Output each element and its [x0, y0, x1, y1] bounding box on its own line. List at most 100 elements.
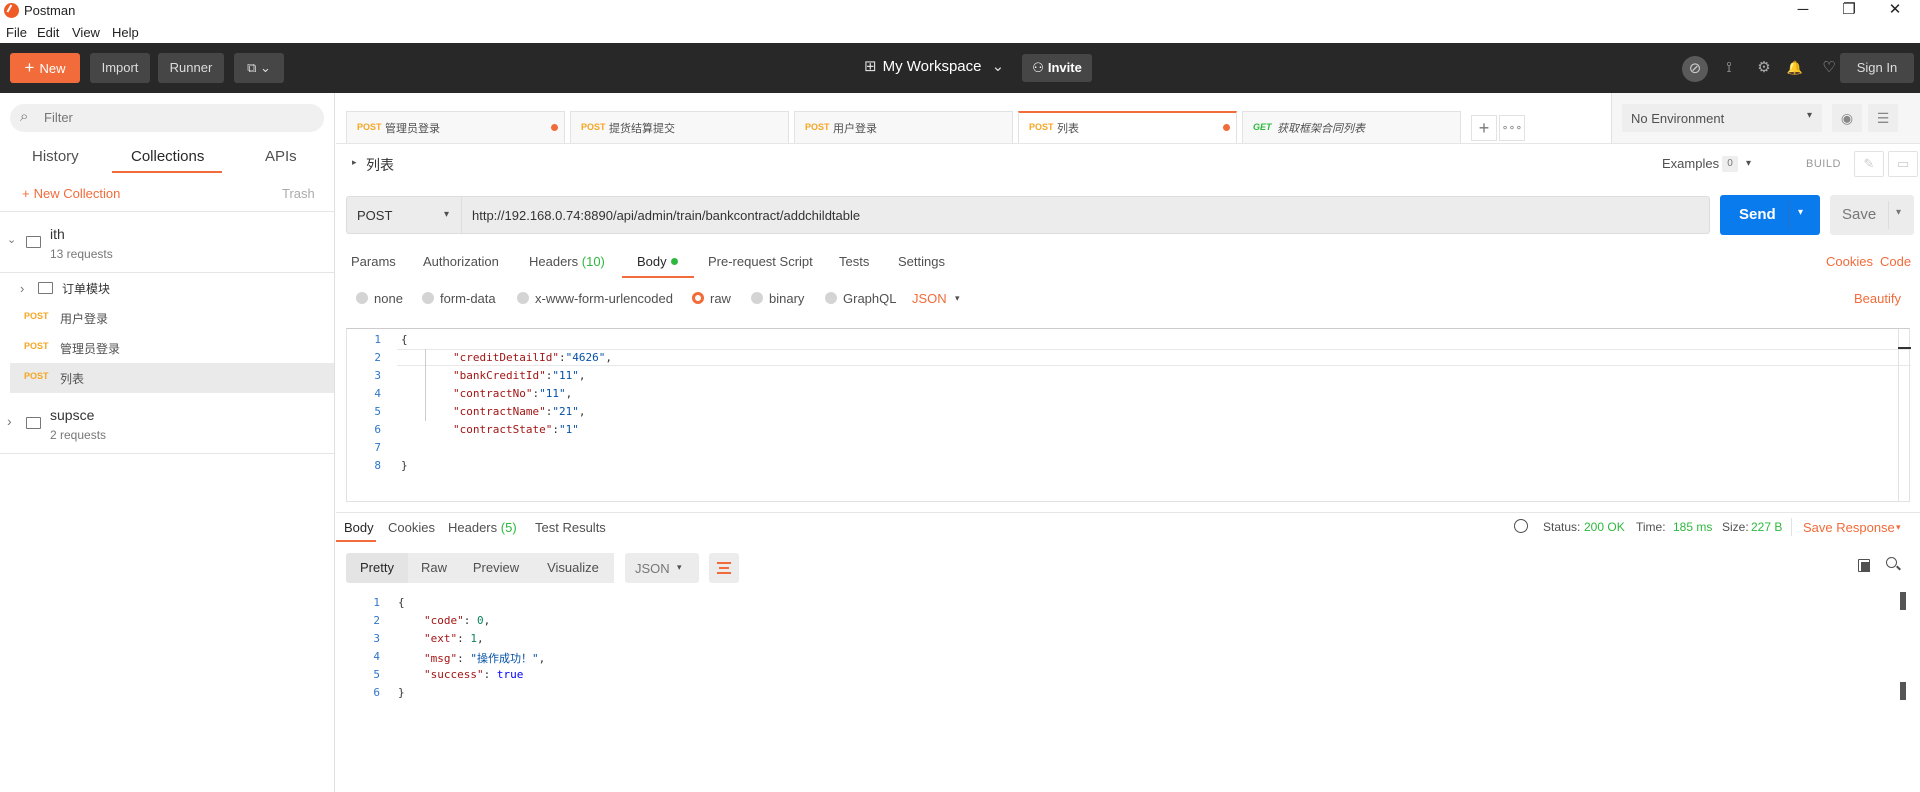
- minimize-button[interactable]: ─: [1780, 0, 1826, 22]
- tab-params[interactable]: Params: [351, 254, 396, 269]
- filter-input[interactable]: [44, 110, 304, 125]
- view-pretty[interactable]: Pretty: [346, 553, 408, 583]
- code-link[interactable]: Code: [1880, 254, 1911, 269]
- response-tab-headers[interactable]: Headers (5): [448, 520, 517, 535]
- response-format-select[interactable]: JSON ▾: [625, 553, 699, 583]
- view-visualize[interactable]: Visualize: [532, 553, 614, 583]
- radio-raw[interactable]: [692, 292, 704, 304]
- close-window-button[interactable]: ✕: [1872, 0, 1918, 22]
- globe-icon[interactable]: [1514, 519, 1528, 533]
- headers-count: (5): [500, 520, 517, 535]
- scrollbar-thumb[interactable]: [1898, 347, 1911, 349]
- tab-history[interactable]: History: [32, 148, 79, 165]
- tab-headers[interactable]: Headers (10): [529, 254, 605, 269]
- radio-graphql[interactable]: [825, 292, 837, 304]
- examples-button[interactable]: Examples: [1662, 156, 1719, 171]
- code-line: "contractState":"1": [453, 423, 579, 436]
- url-input[interactable]: [461, 196, 1710, 234]
- sidebar-request-list[interactable]: POST 列表: [10, 363, 334, 393]
- edit-pencil-icon[interactable]: ✎: [1854, 151, 1884, 177]
- chevron-down-icon[interactable]: ⌄: [7, 233, 16, 246]
- response-body-viewer[interactable]: 1 2 3 4 5 6 { "code": 0, "ext": 1, "msg"…: [346, 592, 1910, 792]
- caret-right-icon[interactable]: ▸: [352, 157, 357, 168]
- sign-in-button[interactable]: Sign In: [1840, 53, 1914, 83]
- method-select[interactable]: POST ▾: [346, 196, 462, 234]
- menu-edit[interactable]: Edit: [37, 25, 59, 40]
- filter-box[interactable]: ⌕: [10, 104, 324, 132]
- json-value: "11": [539, 387, 566, 400]
- notifications-bell-icon[interactable]: 🔔: [1784, 57, 1806, 79]
- scrollbar-track: [1898, 329, 1899, 501]
- caret-down-icon[interactable]: ▾: [1896, 522, 1901, 533]
- save-response-button[interactable]: Save Response: [1803, 520, 1895, 535]
- collection-ith[interactable]: ⌄ ith 13 requests: [0, 212, 334, 272]
- menu-file[interactable]: File: [6, 25, 27, 40]
- restore-button[interactable]: ❐: [1826, 0, 1872, 22]
- folder-icon: [26, 236, 41, 248]
- chevron-right-icon[interactable]: ›: [7, 413, 12, 429]
- trash-button[interactable]: Trash: [282, 186, 315, 201]
- menu-view[interactable]: View: [72, 25, 100, 40]
- workspace-switcher[interactable]: ⊞ My Workspace ⌄: [864, 57, 1004, 75]
- radio-form-data[interactable]: [422, 292, 434, 304]
- tab-body[interactable]: Body: [637, 254, 667, 269]
- search-icon[interactable]: [1886, 557, 1897, 568]
- settings-gear-icon[interactable]: ⚙: [1753, 57, 1775, 79]
- radio-binary[interactable]: [751, 292, 763, 304]
- heart-icon[interactable]: ♡: [1818, 57, 1840, 79]
- radio-none[interactable]: [356, 292, 368, 304]
- cookies-link[interactable]: Cookies: [1826, 254, 1873, 269]
- response-tab-test-results[interactable]: Test Results: [535, 520, 606, 535]
- raw-format-select[interactable]: JSON: [912, 291, 947, 306]
- tab-tests[interactable]: Tests: [839, 254, 869, 269]
- view-preview[interactable]: Preview: [460, 553, 532, 583]
- add-tab-button[interactable]: +: [1471, 115, 1497, 141]
- scrollbar-thumb[interactable]: [1900, 682, 1906, 700]
- caret-down-icon[interactable]: ▾: [1798, 207, 1803, 218]
- request-body-editor[interactable]: 1 2 3 4 5 6 7 8 { "creditDetailId":"4626…: [346, 328, 1911, 502]
- tab-frame-contract-list[interactable]: GET 获取框架合同列表: [1242, 111, 1461, 143]
- save-button[interactable]: Save ▾: [1830, 195, 1914, 235]
- environment-select[interactable]: No Environment ▾: [1622, 104, 1822, 132]
- beautify-button[interactable]: Beautify: [1854, 291, 1901, 306]
- wrap-lines-button[interactable]: [709, 553, 739, 583]
- menu-help[interactable]: Help: [112, 25, 139, 40]
- tab-apis[interactable]: APIs: [265, 148, 297, 165]
- comment-icon[interactable]: ▭: [1888, 151, 1918, 177]
- folder-order-module[interactable]: › 订单模块: [0, 273, 334, 303]
- caret-down-icon[interactable]: ▾: [1746, 158, 1751, 169]
- tab-list[interactable]: POST 列表: [1018, 111, 1237, 143]
- chevron-right-icon[interactable]: ›: [20, 281, 24, 296]
- copy-icon[interactable]: [1858, 559, 1870, 572]
- import-button[interactable]: Import: [90, 53, 150, 83]
- caret-down-icon[interactable]: ▾: [1896, 207, 1901, 218]
- sync-off-icon[interactable]: ⊘: [1682, 56, 1708, 82]
- sidebar-request-admin-login[interactable]: POST 管理员登录: [0, 333, 334, 363]
- tab-authorization[interactable]: Authorization: [423, 254, 499, 269]
- response-tab-body[interactable]: Body: [344, 520, 374, 535]
- eye-icon[interactable]: ◉: [1832, 104, 1862, 132]
- line-number: 1: [374, 333, 381, 346]
- send-button[interactable]: Send ▾: [1720, 195, 1820, 235]
- satellite-icon[interactable]: ⟟: [1718, 57, 1740, 79]
- radio-urlencoded[interactable]: [517, 292, 529, 304]
- caret-down-icon[interactable]: ▾: [955, 293, 960, 304]
- sliders-icon[interactable]: ☰: [1868, 104, 1898, 132]
- view-raw[interactable]: Raw: [408, 553, 460, 583]
- new-window-button[interactable]: ⧉ ⌄: [234, 53, 284, 83]
- runner-button[interactable]: Runner: [158, 53, 224, 83]
- more-tabs-button[interactable]: ∘∘∘: [1499, 115, 1525, 141]
- sidebar-request-user-login[interactable]: POST 用户登录: [0, 303, 334, 333]
- response-tab-cookies[interactable]: Cookies: [388, 520, 435, 535]
- new-button[interactable]: + New: [10, 53, 80, 83]
- tab-pickup-settlement[interactable]: POST 提货结算提交: [570, 111, 789, 143]
- scrollbar-thumb[interactable]: [1900, 592, 1906, 610]
- tab-settings[interactable]: Settings: [898, 254, 945, 269]
- tab-admin-login[interactable]: POST 管理员登录: [346, 111, 565, 143]
- tab-pre-request-script[interactable]: Pre-request Script: [708, 254, 813, 269]
- tab-collections[interactable]: Collections: [131, 148, 204, 165]
- tab-user-login[interactable]: POST 用户登录: [794, 111, 1013, 143]
- collection-supsce[interactable]: › supsce 2 requests: [0, 393, 334, 453]
- invite-button[interactable]: ⚇ Invite: [1022, 54, 1092, 82]
- new-collection-button[interactable]: + New Collection: [22, 186, 120, 201]
